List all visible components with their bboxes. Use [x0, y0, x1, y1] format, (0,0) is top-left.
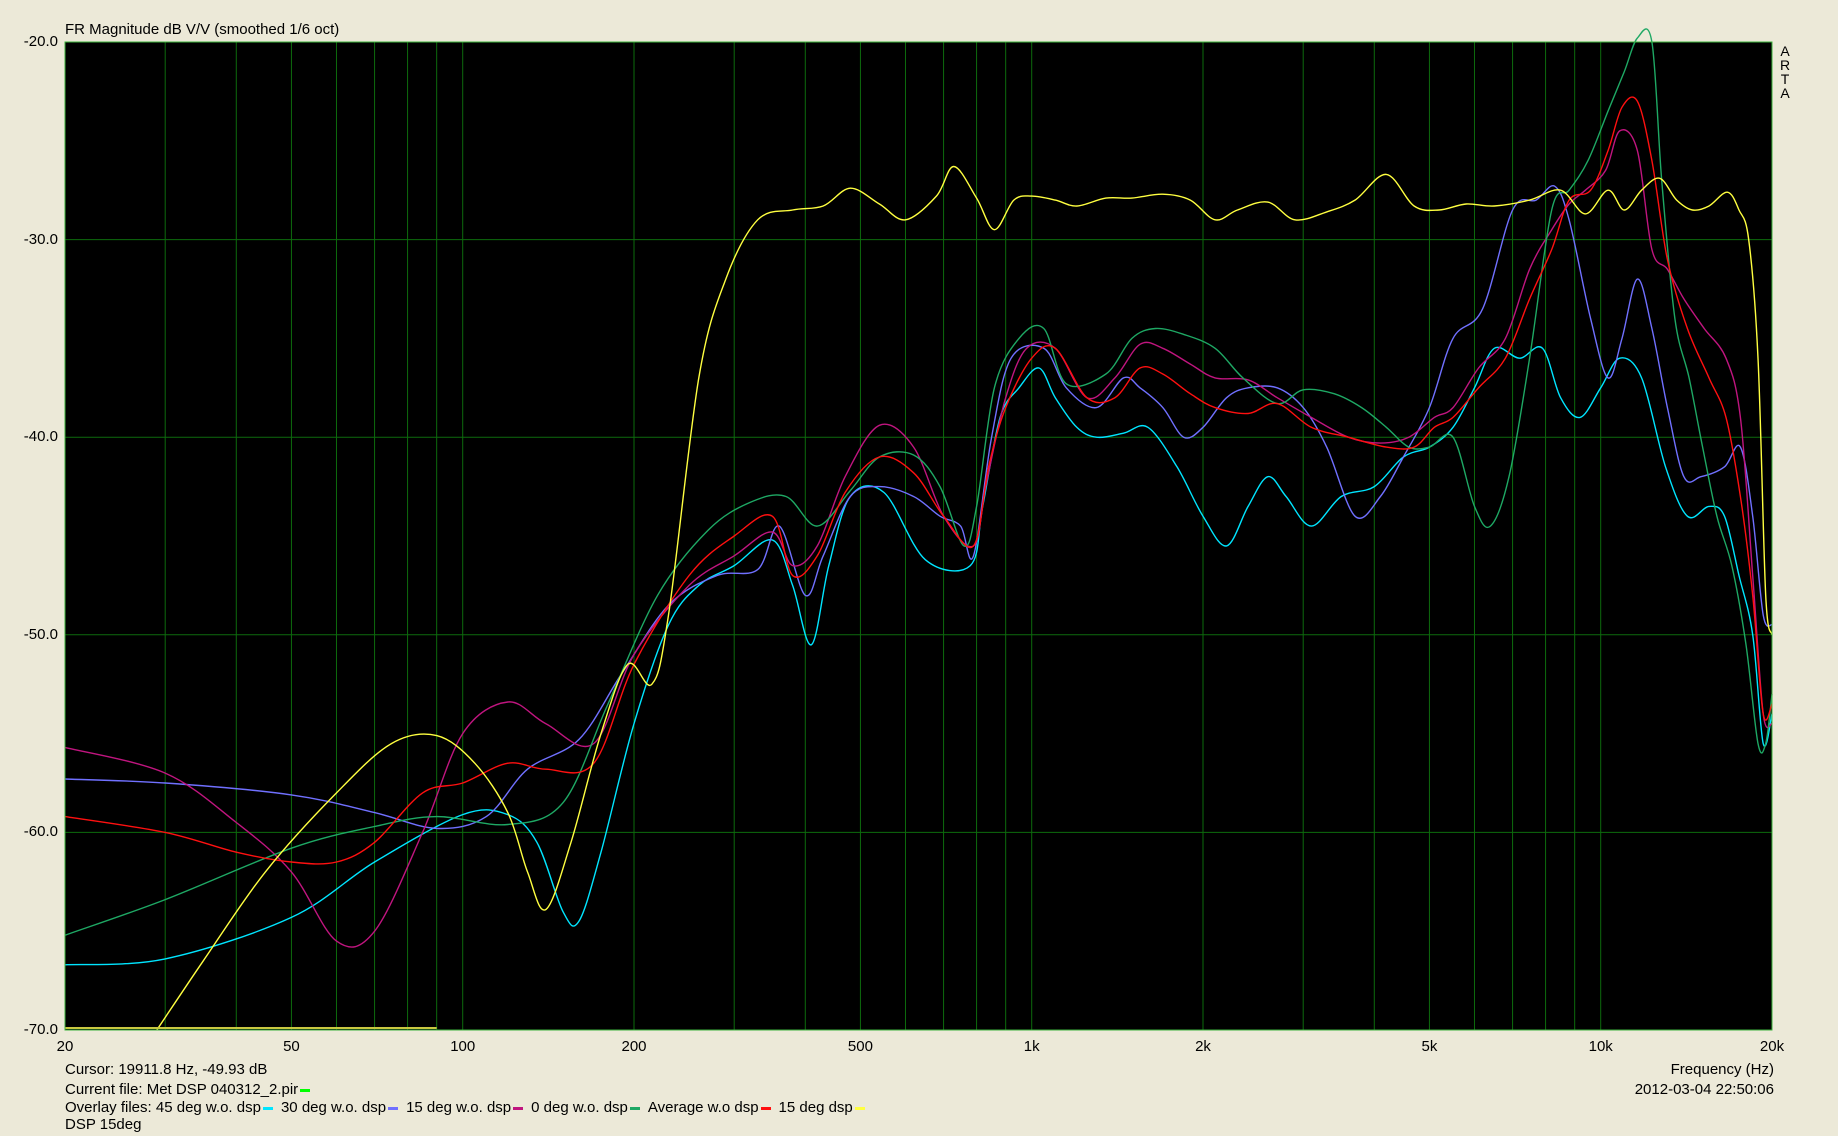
- overlay-swatch: [388, 1106, 399, 1110]
- overlay-list: 45 deg w.o. dsp 30 deg w.o. dsp 15 deg w.o…: [156, 1099, 873, 1116]
- current-file-swatch: [300, 1088, 311, 1092]
- x-axis-label: Frequency (Hz): [1670, 1061, 1774, 1078]
- overlay-item: 15 deg w.o. dsp: [406, 1099, 531, 1116]
- overlay-swatch: [262, 1106, 273, 1110]
- y-tick-label: -70.0: [23, 1021, 58, 1038]
- x-tick-label: 20k: [1759, 1038, 1785, 1055]
- x-tick-label: 50: [283, 1038, 300, 1055]
- overlay-item: 0 deg w.o. dsp: [531, 1099, 648, 1116]
- overlay-name: 15 deg w.o. dsp: [406, 1099, 512, 1116]
- y-tick-label: -20.0: [23, 33, 58, 50]
- y-tick-label: -60.0: [23, 823, 58, 841]
- current-file-label: Current file: Met DSP 040312_2.pir: [65, 1081, 299, 1098]
- overlay-name: 30 deg w.o. dsp: [280, 1099, 387, 1116]
- overlay-item: 15 deg dsp: [779, 1099, 873, 1116]
- arta-letter: T: [1780, 71, 1790, 87]
- y-tick-label: -40.0: [23, 428, 58, 446]
- x-tick-label: 500: [847, 1038, 873, 1055]
- x-tick-label: 2k: [1195, 1038, 1211, 1055]
- overlay-item: 45 deg w.o. dsp: [156, 1099, 281, 1116]
- y-tick-label: -50.0: [23, 625, 58, 643]
- overlay-name: 0 deg w.o. dsp: [531, 1099, 628, 1116]
- overlay-swatch: [629, 1106, 640, 1110]
- overlay-item: Average w.o dsp: [648, 1099, 779, 1116]
- x-tick-label: 1k: [1023, 1038, 1040, 1055]
- arta-logo: A R T A: [1778, 44, 1792, 100]
- overlay-name: Average w.o dsp: [647, 1099, 759, 1116]
- x-tick-label: 20: [56, 1038, 74, 1055]
- frequency-response-chart: [64, 28, 1773, 1031]
- plot-area[interactable]: [65, 42, 1772, 1030]
- overlay-files: Overlay files: 45 deg w.o. dsp 30 deg w.o…: [65, 1099, 873, 1116]
- arta-letter: A: [1780, 43, 1790, 59]
- overlay-label: Overlay files:: [65, 1099, 152, 1116]
- chart-title: FR Magnitude dB V/V (smoothed 1/6 oct): [65, 21, 340, 38]
- cursor-readout: Cursor: 19911.8 Hz, -49.93 dB: [65, 1061, 268, 1078]
- x-tick-label: 200: [621, 1038, 647, 1055]
- overlay-swatch: [760, 1106, 771, 1110]
- arta-letter: A: [1780, 85, 1790, 101]
- arta-letter: R: [1779, 57, 1791, 73]
- x-tick-label: 5k: [1421, 1038, 1438, 1055]
- overlay-swatch: [513, 1106, 524, 1110]
- overlay-swatch: [854, 1106, 865, 1110]
- x-tick-label: 10k: [1588, 1038, 1613, 1055]
- overlay-name: 15 deg dsp: [778, 1099, 853, 1116]
- overlay-name: 45 deg w.o. dsp: [155, 1099, 261, 1116]
- x-tick-label: 100: [450, 1038, 476, 1055]
- overlay-item: 30 deg w.o. dsp: [281, 1099, 406, 1116]
- y-tick-label: -30.0: [23, 230, 58, 248]
- current-file: Current file: Met DSP 040312_2.pir: [65, 1081, 318, 1098]
- timestamp: 2012-03-04 22:50:06: [1634, 1081, 1774, 1098]
- overlay-wrap-text: DSP 15deg: [65, 1116, 142, 1133]
